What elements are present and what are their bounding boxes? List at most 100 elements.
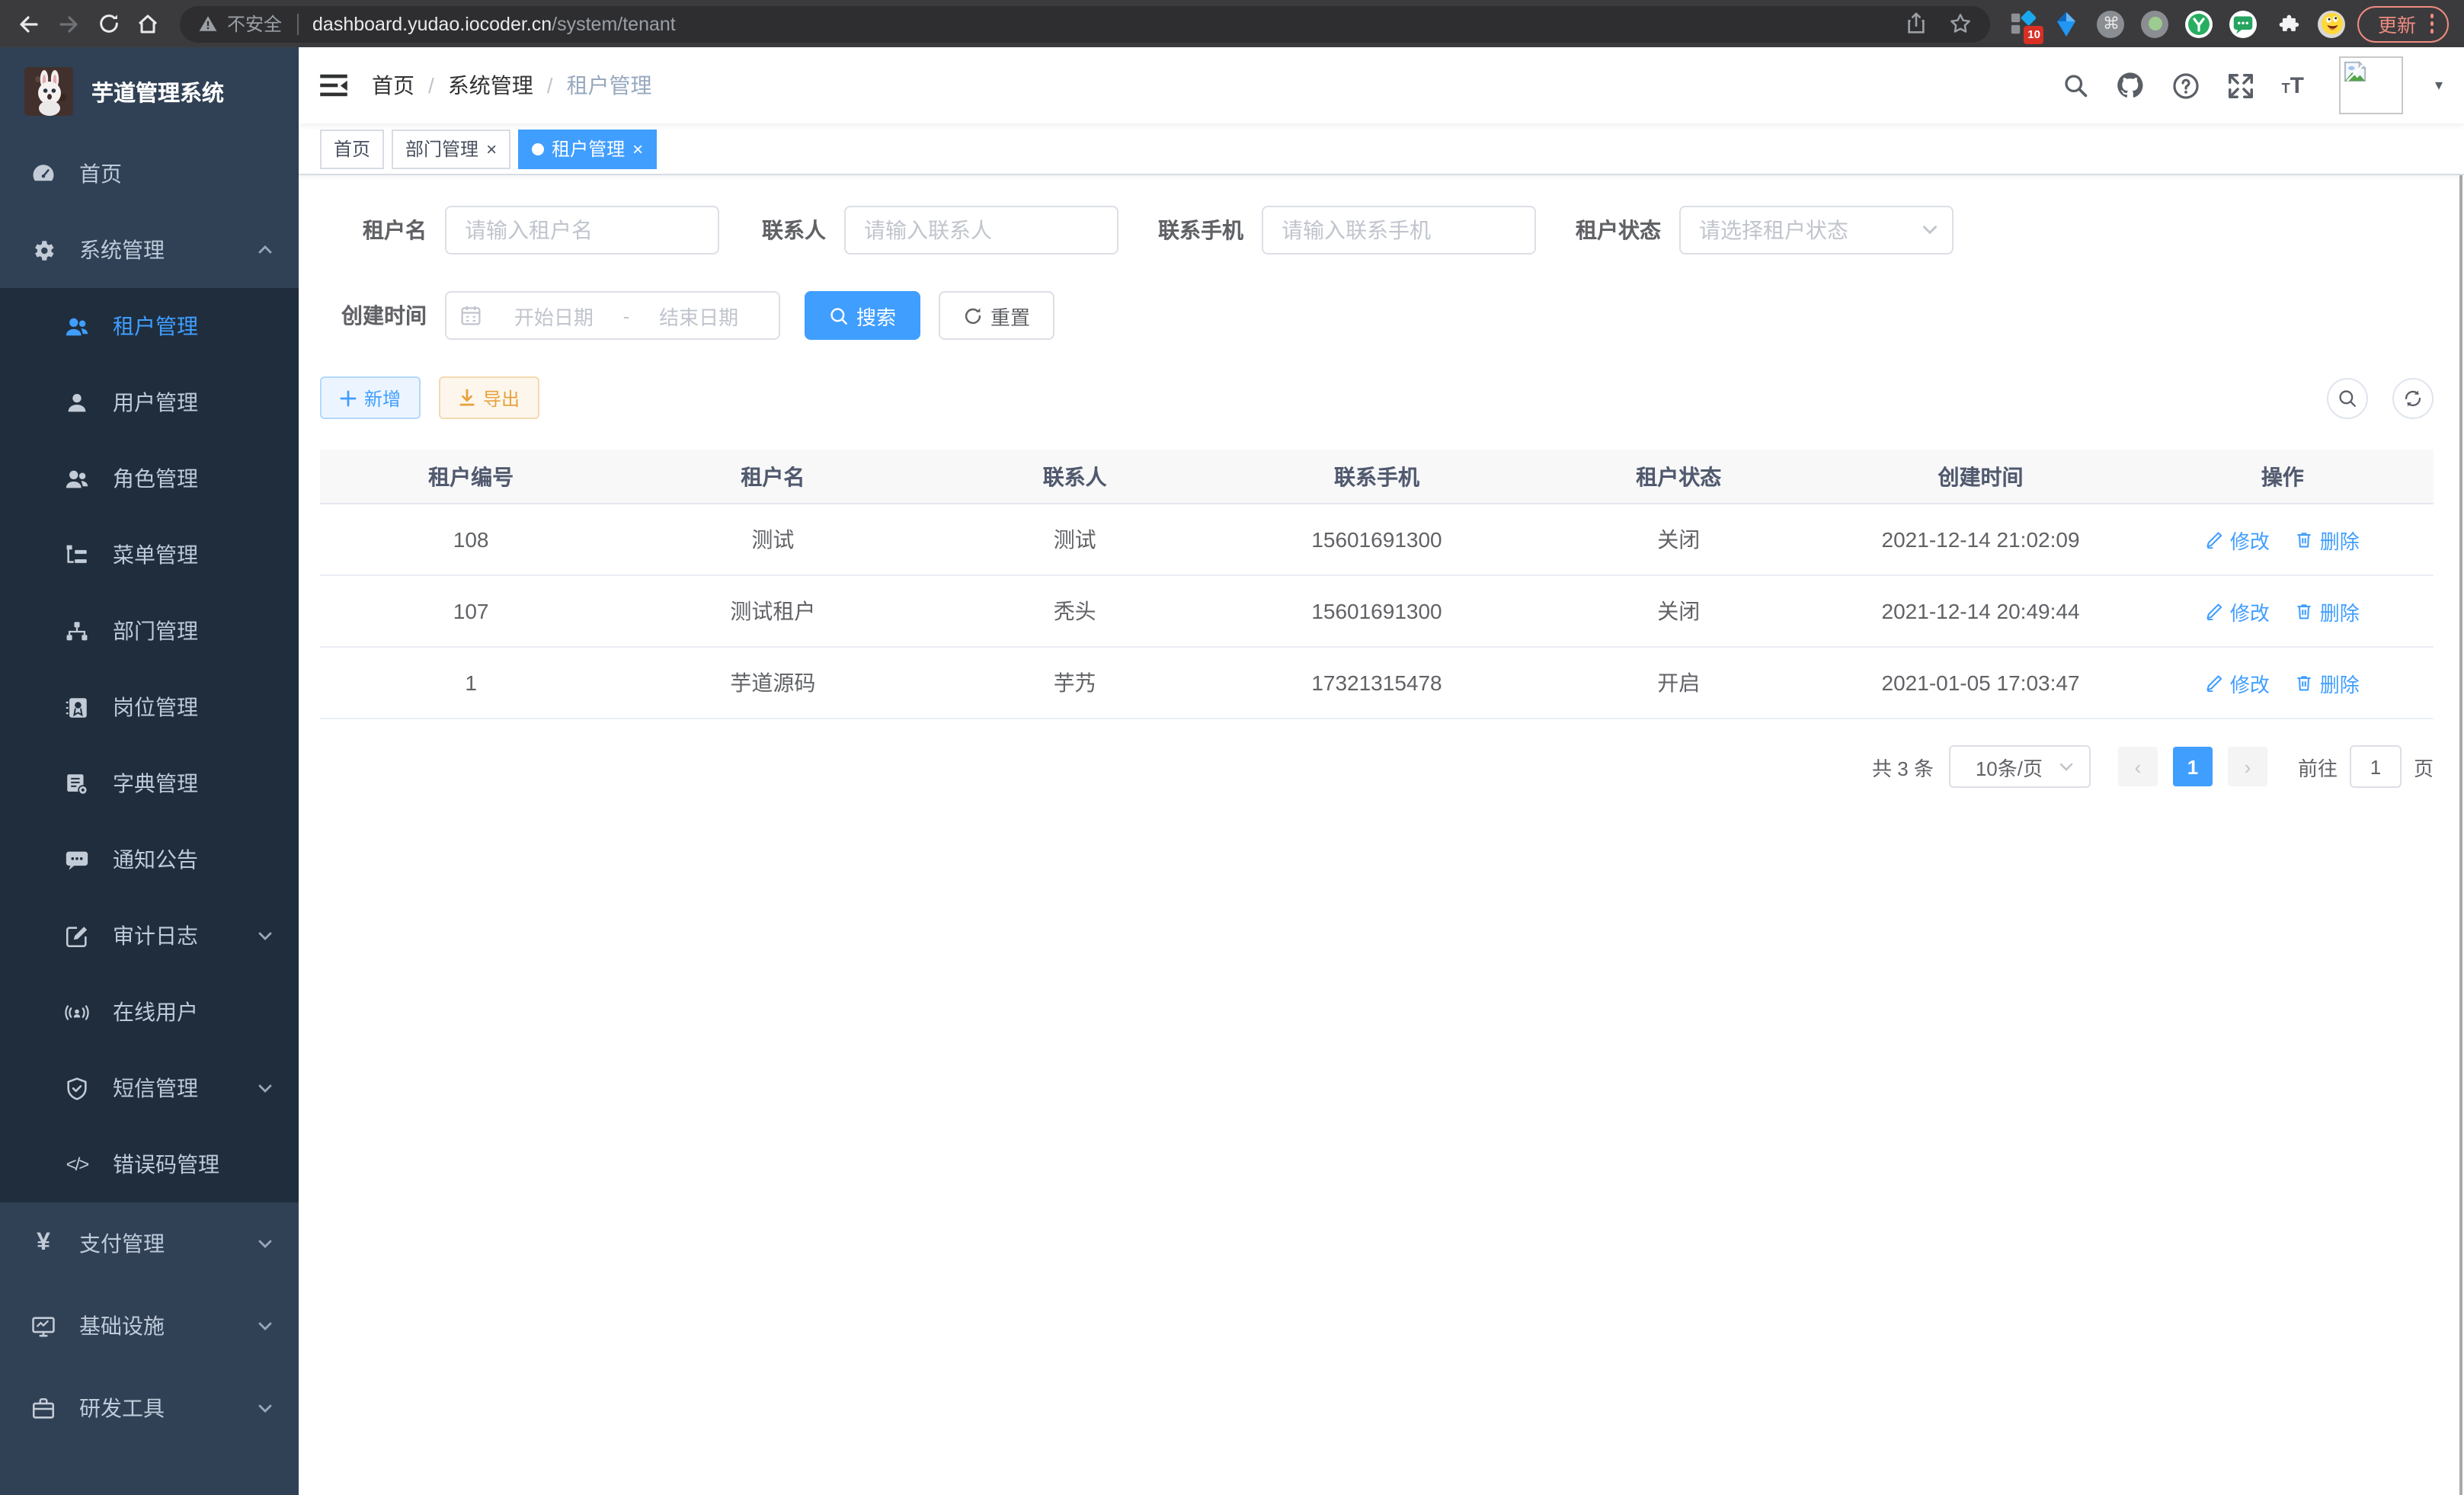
back-icon[interactable] <box>9 4 49 43</box>
url-domain[interactable]: dashboard.yudao.iocoder.cn <box>312 13 552 34</box>
trash-icon <box>2296 674 2314 692</box>
refresh-table-button[interactable] <box>2392 377 2434 418</box>
sidebar-item-notice[interactable]: 通知公告 <box>0 821 299 898</box>
system-submenu: 租户管理 用户管理 角色管理 <box>0 288 299 1202</box>
sidebar: 芋道管理系统 首页 系统管理 <box>0 47 299 1495</box>
sidebar-item-online-user[interactable]: 在线用户 <box>0 974 299 1050</box>
extension-kite-icon[interactable] <box>2053 10 2081 37</box>
tab-tenant[interactable]: 租户管理 × <box>518 129 657 168</box>
tenant-name-input[interactable] <box>445 206 719 255</box>
yen-icon: ¥ <box>30 1231 56 1257</box>
status-text: 关闭 <box>1528 524 1829 555</box>
sidebar-item-dict[interactable]: 字典管理 <box>0 745 299 821</box>
security-label[interactable]: 不安全 <box>227 11 282 37</box>
warning-icon <box>198 14 218 34</box>
forward-icon[interactable] <box>49 4 88 43</box>
sidebar-item-devtools[interactable]: 研发工具 <box>0 1367 299 1449</box>
mobile-input[interactable] <box>1262 206 1536 255</box>
sidebar-item-post[interactable]: 岗位管理 <box>0 669 299 745</box>
trash-icon <box>2296 530 2314 549</box>
edit-link[interactable]: 修改 <box>2206 525 2270 554</box>
bookmark-star-icon[interactable] <box>1950 12 1973 35</box>
export-button[interactable]: 导出 <box>439 376 539 419</box>
create-time-range-input[interactable]: 开始日期 - 结束日期 <box>445 291 780 340</box>
extensions-puzzle-icon[interactable] <box>2274 10 2302 37</box>
search-icon <box>829 306 849 325</box>
profile-avatar-emoji[interactable] <box>2318 10 2346 37</box>
fullscreen-icon[interactable] <box>2227 71 2256 100</box>
home-icon[interactable] <box>128 4 168 43</box>
sidebar-item-role[interactable]: 角色管理 <box>0 440 299 517</box>
prev-page-button[interactable]: ‹ <box>2118 747 2158 786</box>
add-button[interactable]: 新增 <box>320 376 421 419</box>
sidebar-item-system[interactable]: 系统管理 <box>0 212 299 288</box>
tenant-name-label: 租户名 <box>320 215 427 245</box>
sidebar-item-error-code[interactable]: </> 错误码管理 <box>0 1126 299 1202</box>
goto-page-input[interactable] <box>2350 745 2402 788</box>
address-bar[interactable]: 不安全 dashboard.yudao.iocoder.cn/system/te… <box>180 5 1991 42</box>
contact-input[interactable] <box>844 206 1118 255</box>
browser-menu-icon[interactable] <box>2430 14 2434 34</box>
hide-search-button[interactable] <box>2327 377 2368 418</box>
edit-link[interactable]: 修改 <box>2206 597 2270 626</box>
page-number-1[interactable]: 1 <box>2173 747 2213 786</box>
github-icon[interactable] <box>2116 70 2146 101</box>
extension-grid-icon[interactable]: 10 <box>2009 10 2037 37</box>
chevron-down-icon <box>256 927 274 945</box>
breadcrumb-system[interactable]: 系统管理 <box>448 70 533 101</box>
sidebar-item-dept[interactable]: 部门管理 <box>0 593 299 669</box>
sidebar-item-user[interactable]: 用户管理 <box>0 364 299 440</box>
chrome-update-button[interactable]: 更新 <box>2358 5 2449 42</box>
menu-tree-icon <box>64 542 90 568</box>
font-size-icon[interactable]: TT <box>2282 72 2304 98</box>
delete-link[interactable]: 删除 <box>2296 525 2360 554</box>
sidebar-item-sms[interactable]: 短信管理 <box>0 1050 299 1126</box>
edit-pen-icon <box>2206 530 2224 549</box>
delete-link[interactable]: 删除 <box>2296 597 2360 626</box>
start-date-placeholder[interactable]: 开始日期 <box>488 301 620 330</box>
sidebar-item-home[interactable]: 首页 <box>0 136 299 212</box>
close-icon[interactable]: × <box>632 139 643 158</box>
extension-command-icon[interactable]: ⌘ <box>2098 10 2125 37</box>
help-icon[interactable] <box>2172 71 2201 100</box>
delete-link[interactable]: 删除 <box>2296 668 2360 697</box>
table-header: 租户编号 租户名 联系人 联系手机 租户状态 创建时间 操作 <box>320 450 2434 504</box>
sidebar-item-audit-log[interactable]: 审计日志 <box>0 898 299 974</box>
extension-y-icon[interactable] <box>2186 10 2213 37</box>
extension-dot-icon[interactable] <box>2142 10 2169 37</box>
tab-home[interactable]: 首页 <box>320 129 384 168</box>
avatar-caret-icon[interactable]: ▾ <box>2435 77 2443 94</box>
reset-button[interactable]: 重置 <box>939 291 1054 340</box>
users-icon <box>64 313 90 339</box>
next-page-button[interactable]: › <box>2228 747 2267 786</box>
sidebar-item-tenant[interactable]: 租户管理 <box>0 288 299 364</box>
sidebar-item-infra[interactable]: 基础设施 <box>0 1285 299 1367</box>
refresh-icon <box>963 306 983 325</box>
header-search-icon[interactable] <box>2062 72 2090 99</box>
share-icon[interactable] <box>1906 12 1928 35</box>
scrollbar[interactable] <box>2459 47 2462 1495</box>
roles-icon <box>64 466 90 491</box>
extension-chat-icon[interactable] <box>2230 10 2258 37</box>
status-select[interactable] <box>1679 206 1954 255</box>
breadcrumb-current: 租户管理 <box>567 70 652 101</box>
end-date-placeholder[interactable]: 结束日期 <box>632 301 765 330</box>
tab-dept[interactable]: 部门管理 × <box>392 129 510 168</box>
reload-icon[interactable] <box>88 4 128 43</box>
edit-link[interactable]: 修改 <box>2206 668 2270 697</box>
close-icon[interactable]: × <box>486 139 497 158</box>
avatar[interactable] <box>2339 56 2403 114</box>
active-dot <box>532 142 544 155</box>
pagination-total: 共 3 条 <box>1872 752 1934 781</box>
extensions-area: 10 ⌘ <box>2009 10 2346 37</box>
main-panel: 首页 / 系统管理 / 租户管理 <box>299 47 2464 1495</box>
search-button[interactable]: 搜索 <box>805 291 920 340</box>
sidebar-fold-icon[interactable] <box>320 73 347 98</box>
tenant-table: 租户编号 租户名 联系人 联系手机 租户状态 创建时间 操作 108 测试 测试… <box>320 450 2434 719</box>
breadcrumb-home[interactable]: 首页 <box>372 70 414 101</box>
page-size-select[interactable]: 10条/页 <box>1949 745 2091 788</box>
sidebar-item-menu[interactable]: 菜单管理 <box>0 517 299 593</box>
url-path[interactable]: /system/tenant <box>552 13 676 34</box>
app-logo[interactable]: 芋道管理系统 <box>0 47 299 136</box>
sidebar-item-payment[interactable]: ¥ 支付管理 <box>0 1202 299 1285</box>
